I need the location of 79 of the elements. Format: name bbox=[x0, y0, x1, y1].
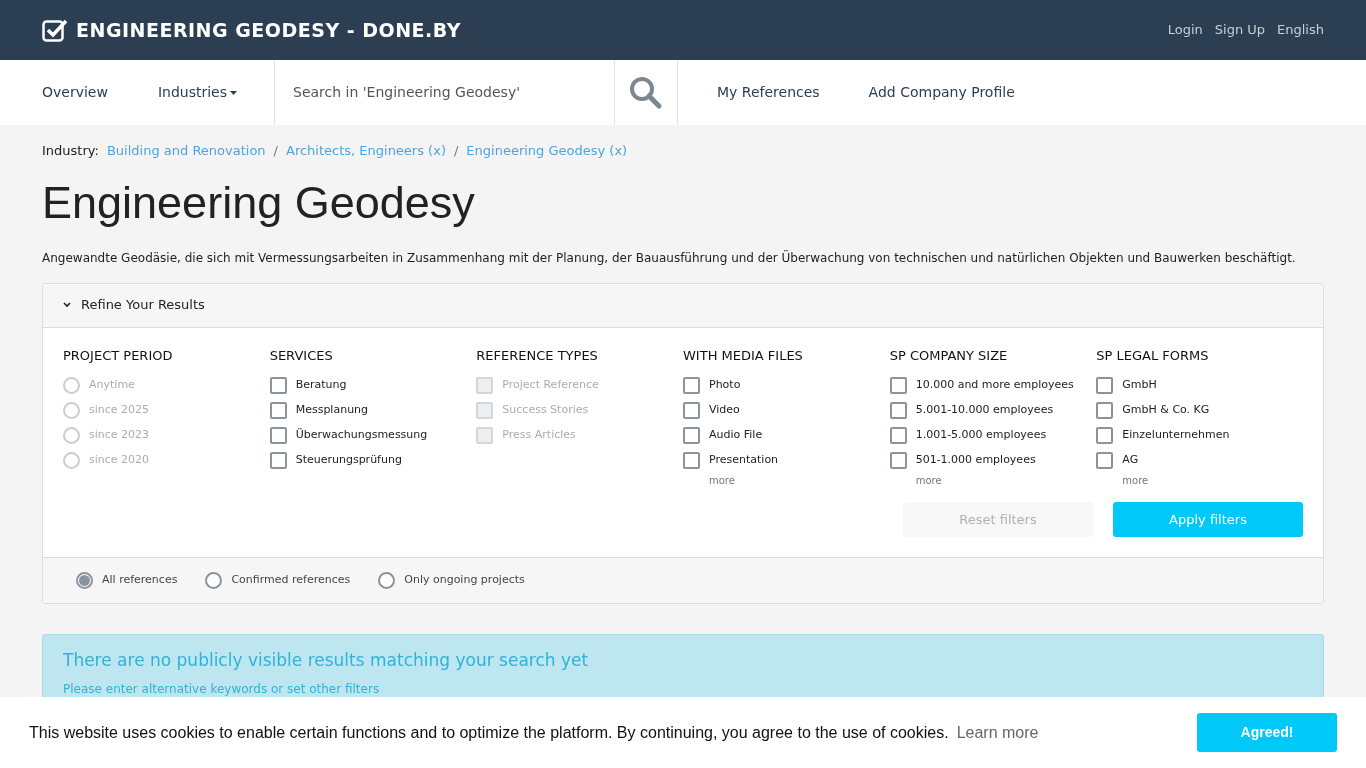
option-label: 10.000 and more employees bbox=[915, 377, 1074, 394]
checkbox[interactable] bbox=[889, 402, 907, 419]
breadcrumb-label: Industry: bbox=[42, 142, 99, 160]
header-link[interactable]: Sign Up bbox=[1214, 20, 1266, 40]
checkbox[interactable] bbox=[269, 377, 287, 394]
option-label: 501-1.000 employees bbox=[915, 452, 1036, 469]
nav-link[interactable]: My References bbox=[717, 82, 820, 103]
option-label: Überwachungsmessung bbox=[295, 427, 428, 444]
checkbox[interactable] bbox=[889, 377, 907, 394]
nav-link[interactable]: Industries bbox=[157, 82, 238, 103]
checkbox[interactable] bbox=[269, 452, 287, 469]
reset-filters-button: Reset filters bbox=[903, 502, 1093, 537]
option-label: since 2020 bbox=[89, 452, 150, 469]
checkbox[interactable] bbox=[1096, 377, 1114, 394]
filter-heading: PROJECT PERIOD bbox=[63, 346, 174, 365]
filter-panel-header[interactable]: Refine Your Results bbox=[43, 283, 1323, 328]
more-link[interactable]: more bbox=[709, 473, 890, 488]
search-button[interactable] bbox=[614, 60, 678, 125]
option-label: Success Stories bbox=[502, 402, 589, 419]
option-label: Photo bbox=[709, 377, 741, 394]
checkbox[interactable] bbox=[889, 427, 907, 444]
option-label: Messplanung bbox=[295, 402, 369, 419]
option-label: All references bbox=[102, 572, 178, 589]
checkbox[interactable] bbox=[269, 402, 287, 419]
breadcrumb-separator: / bbox=[453, 142, 459, 160]
nav-link[interactable]: Add Company Profile bbox=[868, 82, 1015, 103]
checkbox[interactable] bbox=[1096, 427, 1114, 444]
option-label: 5.001-10.000 employees bbox=[915, 402, 1054, 419]
option-label: Presentation bbox=[709, 452, 779, 469]
checkbox[interactable] bbox=[683, 377, 700, 394]
filter-heading: SP COMPANY SIZE bbox=[889, 346, 1009, 365]
option-label: since 2025 bbox=[89, 402, 150, 419]
option-label: 1.001-5.000 employees bbox=[915, 427, 1047, 444]
filter-heading: WITH MEDIA FILES bbox=[683, 346, 804, 365]
option-label: Only ongoing projects bbox=[404, 572, 525, 589]
filter-heading: REFERENCE TYPES bbox=[476, 346, 599, 365]
option-label: Audio File bbox=[709, 427, 763, 444]
option-label: Video bbox=[709, 402, 740, 419]
option-label: Einzelunternehmen bbox=[1122, 427, 1230, 444]
search-icon bbox=[629, 75, 663, 110]
checkbox[interactable] bbox=[889, 452, 907, 469]
option-label: Confirmed references bbox=[231, 572, 351, 589]
option-label: Steuerungsprüfung bbox=[295, 452, 402, 469]
cookie-text: This website uses cookies to enable certain functions and to optimize the platform. By continuing, you agree to the use of cookies. bbox=[29, 722, 949, 743]
more-link[interactable]: more bbox=[1122, 473, 1303, 488]
checkbox[interactable] bbox=[269, 427, 287, 444]
option-label: Project Reference bbox=[502, 377, 599, 394]
industry-description: Angewandte Geodäsie, die sich mit Vermessungsarbeiten in Zusammenhang mit der Planung, der Bauausführung und der Überwachung von technischen und natürlichen Objekten und Bauwerken beschäftigt. bbox=[42, 249, 1297, 267]
option-label: GmbH bbox=[1122, 377, 1157, 394]
alert-text: Please enter alternative keywords or set other filters bbox=[63, 680, 381, 698]
site-logo[interactable]: ENGINEERING GEODESY - DONE.BY bbox=[76, 15, 461, 45]
page-title: Engineering Geodesy bbox=[42, 175, 476, 230]
checkbox[interactable] bbox=[1096, 402, 1114, 419]
radio-button[interactable] bbox=[378, 572, 396, 589]
option-label: since 2023 bbox=[89, 427, 150, 444]
caret-icon bbox=[230, 90, 238, 95]
option-label: GmbH & Co. KG bbox=[1122, 402, 1210, 419]
header-link[interactable]: English bbox=[1277, 20, 1324, 40]
header-link[interactable]: Login bbox=[1167, 20, 1203, 40]
chevron-icon bbox=[63, 302, 71, 308]
checkbox[interactable] bbox=[1096, 452, 1114, 469]
alert-title: There are no publicly visible results matching your search yet bbox=[63, 649, 590, 672]
checkbox[interactable] bbox=[683, 402, 700, 419]
option-label: Press Articles bbox=[502, 427, 576, 444]
filter-heading: SERVICES bbox=[269, 346, 334, 365]
option-label: Beratung bbox=[295, 377, 347, 394]
radio-button[interactable] bbox=[205, 572, 223, 589]
checkbox[interactable] bbox=[683, 452, 700, 469]
filter-heading: SP LEGAL FORMS bbox=[1096, 346, 1210, 365]
search-field[interactable]: Search in 'Engineering Geodesy' bbox=[274, 60, 614, 125]
nav-link[interactable]: Overview bbox=[42, 82, 108, 103]
checkbox-logo-icon bbox=[42, 18, 68, 42]
option-label: Anytime bbox=[89, 377, 135, 394]
learn-more-link[interactable]: Learn more bbox=[956, 720, 1039, 745]
option-label: AG bbox=[1122, 452, 1139, 469]
radio-button[interactable] bbox=[76, 572, 93, 589]
more-link[interactable]: more bbox=[915, 473, 1097, 488]
checkbox[interactable] bbox=[683, 427, 700, 444]
breadcrumb-separator: / bbox=[273, 142, 278, 160]
